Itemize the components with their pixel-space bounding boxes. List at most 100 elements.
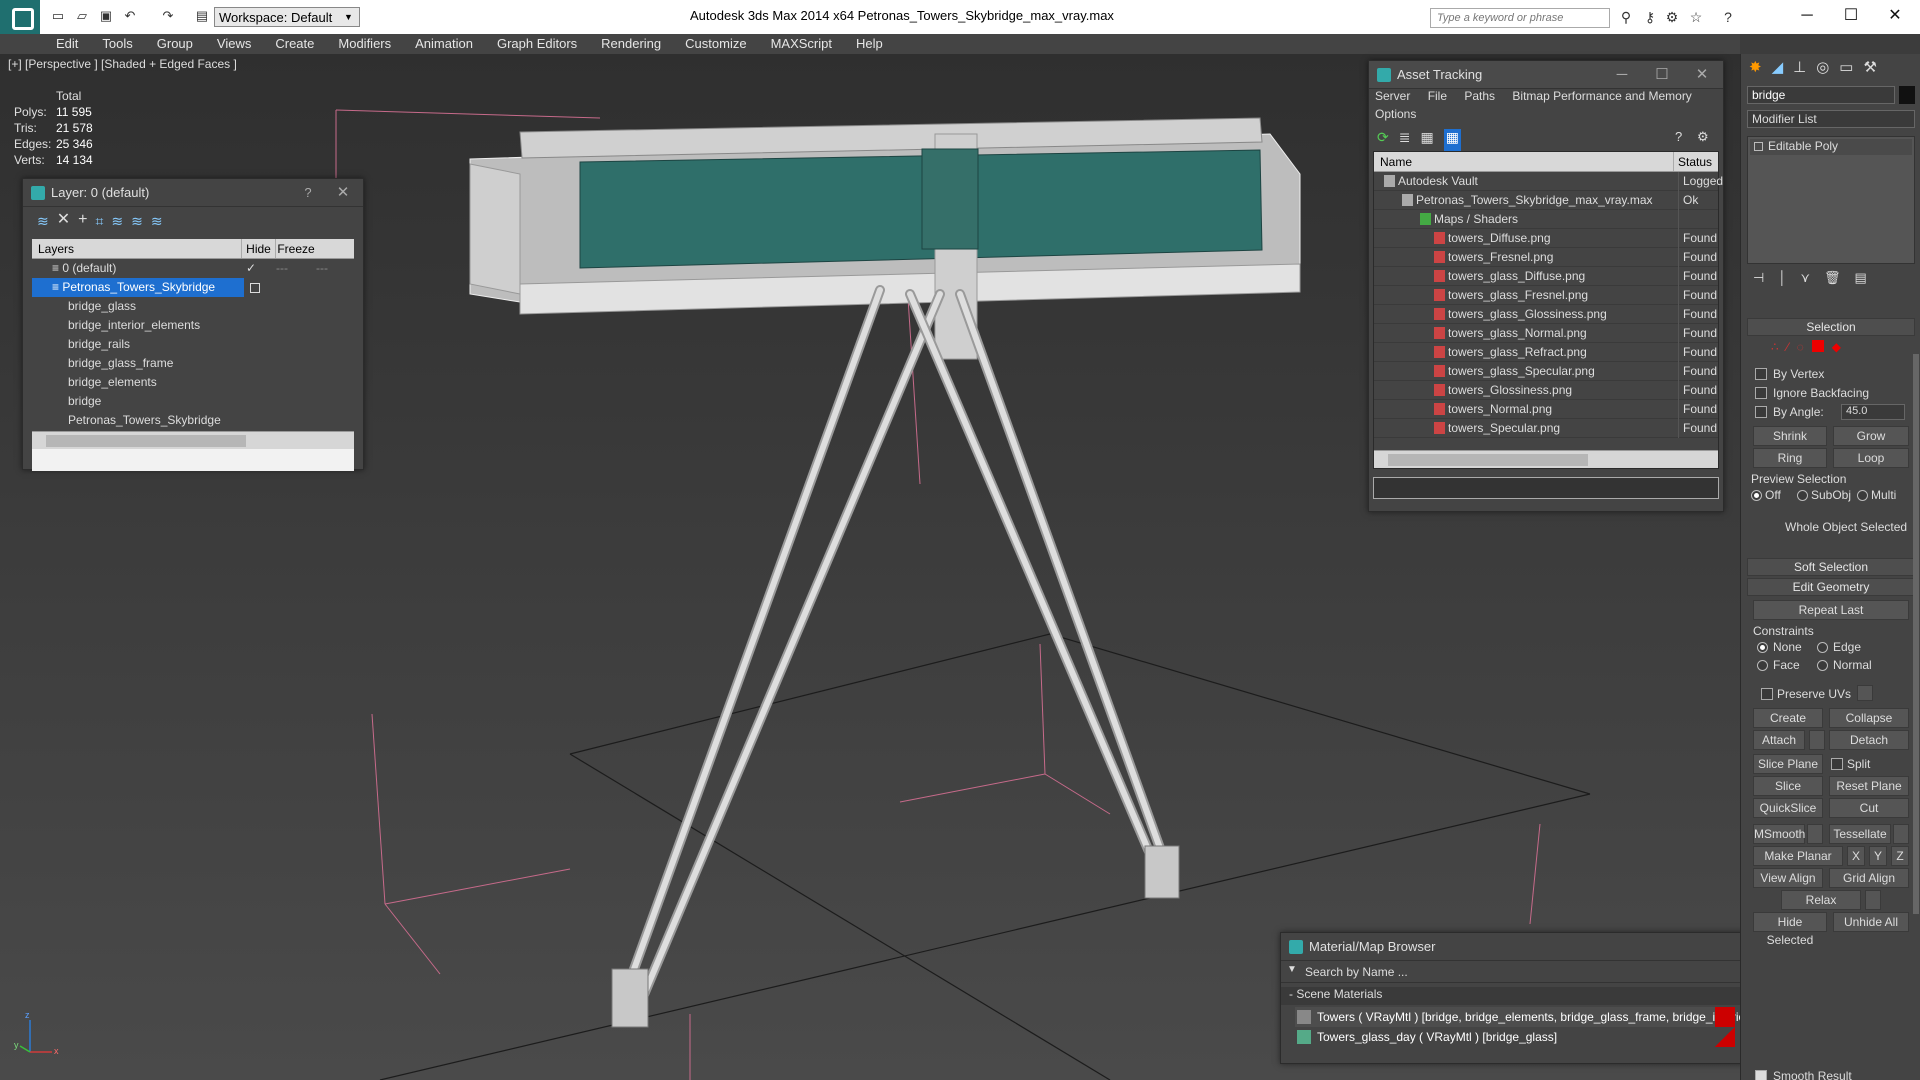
menu-server[interactable]: Server bbox=[1375, 89, 1410, 103]
relax-settings-button[interactable] bbox=[1865, 890, 1881, 910]
planar-x-button[interactable]: X bbox=[1847, 846, 1865, 866]
asset-row[interactable]: towers_glass_Specular.png Found bbox=[1374, 362, 1718, 381]
list-view-icon[interactable]: ≣ bbox=[1399, 129, 1411, 151]
redo-icon[interactable]: ↷ bbox=[160, 8, 176, 24]
unhide-all-button[interactable]: Unhide All bbox=[1833, 912, 1909, 932]
undo-icon[interactable]: ↶ bbox=[122, 8, 138, 24]
horizontal-scrollbar[interactable] bbox=[32, 431, 354, 449]
relax-button[interactable]: Relax bbox=[1781, 890, 1861, 910]
delete-layer-icon[interactable]: ✕ bbox=[57, 212, 70, 235]
thumbnail-view-icon[interactable]: ▦ bbox=[1420, 129, 1433, 151]
help-icon[interactable]: ? bbox=[1720, 9, 1736, 25]
col-status[interactable]: Status bbox=[1674, 152, 1718, 171]
settings-icon[interactable]: ⚙ bbox=[1697, 129, 1709, 145]
asset-row[interactable]: towers_Specular.png Found bbox=[1374, 419, 1718, 438]
object-row[interactable]: Petronas_Towers_Skybridge bbox=[32, 411, 354, 430]
layer-row[interactable]: ≡ 0 (default) ✓ --- --- bbox=[32, 259, 354, 278]
loop-button[interactable]: Loop bbox=[1833, 448, 1909, 468]
modify-tab-icon[interactable]: ◢ bbox=[1772, 58, 1784, 80]
expand-icon[interactable] bbox=[1754, 142, 1763, 151]
object-row[interactable]: bridge_glass_frame bbox=[32, 354, 354, 373]
modifier-list-dropdown[interactable]: Modifier List bbox=[1747, 110, 1915, 128]
select-objects-icon[interactable]: ⌗ bbox=[95, 213, 103, 235]
element-icon[interactable]: ◆ bbox=[1832, 340, 1841, 354]
object-name-field[interactable]: bridge bbox=[1747, 86, 1895, 104]
asset-row[interactable]: Petronas_Towers_Skybridge_max_vray.max Ok bbox=[1374, 191, 1718, 210]
asset-row[interactable]: towers_glass_Diffuse.png Found bbox=[1374, 267, 1718, 286]
current-layer-toggle[interactable] bbox=[250, 283, 260, 293]
menu-maxscript[interactable]: MAXScript bbox=[771, 34, 832, 54]
freeze-all-icon[interactable]: ≋ bbox=[151, 213, 163, 235]
object-row[interactable]: bridge_rails bbox=[32, 335, 354, 354]
menu-file[interactable]: File bbox=[1428, 89, 1447, 103]
viewport-label[interactable]: [+] [Perspective ] [Shaded + Edged Faces… bbox=[8, 57, 237, 71]
col-freeze[interactable]: Freeze bbox=[276, 239, 316, 258]
make-planar-button[interactable]: Make Planar bbox=[1753, 846, 1843, 866]
workspace-dropdown[interactable]: Workspace: Default bbox=[214, 7, 360, 27]
scrollbar-thumb[interactable] bbox=[1388, 454, 1588, 466]
material-search-input[interactable]: Search by Name ... bbox=[1305, 965, 1408, 979]
asset-row[interactable]: towers_Diffuse.png Found bbox=[1374, 229, 1718, 248]
constraint-none-radio[interactable] bbox=[1757, 642, 1768, 653]
utilities-tab-icon[interactable]: ⚒ bbox=[1863, 58, 1876, 80]
minimize-icon[interactable]: ─ bbox=[1607, 61, 1637, 89]
asset-row[interactable]: towers_Glossiness.png Found bbox=[1374, 381, 1718, 400]
col-hide[interactable]: Hide bbox=[242, 239, 276, 258]
menu-bitmap-performance[interactable]: Bitmap Performance and Memory bbox=[1512, 89, 1691, 103]
layer-panel-titlebar[interactable]: Layer: 0 (default) ? ✕ bbox=[23, 179, 363, 207]
menu-views[interactable]: Views bbox=[217, 34, 251, 54]
refresh-icon[interactable]: ⟳ bbox=[1377, 129, 1389, 151]
tessellate-settings-button[interactable] bbox=[1893, 824, 1909, 844]
grow-button[interactable]: Grow bbox=[1833, 426, 1909, 446]
slice-plane-button[interactable]: Slice Plane bbox=[1753, 754, 1823, 774]
polygon-icon[interactable] bbox=[1811, 340, 1824, 352]
hide-selected-button[interactable]: Hide Selected bbox=[1753, 912, 1827, 947]
command-panel-scrollbar[interactable] bbox=[1913, 354, 1919, 914]
object-row[interactable]: bridge_elements bbox=[32, 373, 354, 392]
border-icon[interactable]: ◌ bbox=[1797, 340, 1804, 354]
horizontal-scrollbar[interactable] bbox=[1374, 450, 1718, 468]
object-row[interactable]: bridge bbox=[32, 392, 354, 411]
tessellate-button[interactable]: Tessellate bbox=[1829, 824, 1891, 844]
ring-button[interactable]: Ring bbox=[1753, 448, 1827, 468]
col-name[interactable]: Name bbox=[1374, 152, 1674, 171]
repeat-last-button[interactable]: Repeat Last bbox=[1753, 600, 1909, 620]
asset-row[interactable]: towers_Fresnel.png Found bbox=[1374, 248, 1718, 267]
close-icon[interactable]: ✕ bbox=[328, 179, 358, 207]
new-file-icon[interactable]: ▭ bbox=[50, 8, 66, 24]
constraint-normal-radio[interactable] bbox=[1817, 660, 1828, 671]
object-color-swatch[interactable] bbox=[1899, 86, 1915, 104]
star-icon[interactable]: ☆ bbox=[1688, 9, 1704, 25]
binoculars-icon[interactable]: ⚲ bbox=[1618, 9, 1634, 25]
menu-options[interactable]: Options bbox=[1375, 107, 1416, 121]
preserve-uvs-settings-button[interactable] bbox=[1857, 685, 1873, 701]
shrink-button[interactable]: Shrink bbox=[1753, 426, 1827, 446]
angle-spinner[interactable]: 45.0 bbox=[1841, 404, 1905, 420]
motion-tab-icon[interactable]: ◎ bbox=[1816, 58, 1829, 80]
constraint-edge-radio[interactable] bbox=[1817, 642, 1828, 653]
menu-tools[interactable]: Tools bbox=[102, 34, 132, 54]
planar-y-button[interactable]: Y bbox=[1869, 846, 1887, 866]
preview-off-radio[interactable] bbox=[1751, 490, 1762, 501]
planar-z-button[interactable]: Z bbox=[1891, 846, 1909, 866]
help-icon[interactable]: ? bbox=[1675, 129, 1682, 144]
filter-icon[interactable]: ▼ bbox=[1287, 964, 1297, 975]
open-file-icon[interactable]: ▱ bbox=[74, 8, 90, 24]
ignore-backfacing-checkbox[interactable] bbox=[1755, 387, 1767, 399]
stack-item[interactable]: Editable Poly bbox=[1750, 139, 1912, 155]
asset-row[interactable]: towers_glass_Refract.png Found bbox=[1374, 343, 1718, 362]
object-row[interactable]: bridge_interior_elements bbox=[32, 316, 354, 335]
preview-subobj-radio[interactable] bbox=[1797, 490, 1808, 501]
layer-row-selected[interactable]: ≡ Petronas_Towers_Skybridge bbox=[32, 278, 260, 297]
app-menu-icon[interactable] bbox=[0, 0, 40, 34]
menu-graph-editors[interactable]: Graph Editors bbox=[497, 34, 577, 54]
material-item[interactable]: Towers_glass_day ( VRayMtl ) [bridge_gla… bbox=[1295, 1027, 1735, 1047]
key-icon[interactable]: ⚷ bbox=[1642, 9, 1658, 25]
split-checkbox[interactable] bbox=[1831, 758, 1843, 770]
edit-geometry-rollout[interactable]: Edit Geometry bbox=[1747, 578, 1915, 596]
slice-button[interactable]: Slice bbox=[1753, 776, 1823, 796]
asset-row[interactable]: towers_glass_Fresnel.png Found bbox=[1374, 286, 1718, 305]
col-layers[interactable]: Layers bbox=[32, 239, 242, 258]
object-row[interactable]: bridge_glass bbox=[32, 297, 354, 316]
table-view-icon[interactable]: ▦ bbox=[1443, 129, 1461, 151]
